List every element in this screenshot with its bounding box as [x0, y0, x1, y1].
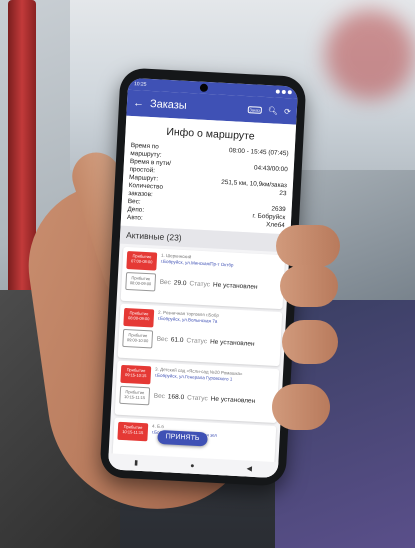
status-time: 10:25: [133, 81, 147, 88]
weight-value: 29.0: [173, 279, 187, 288]
arrival-time-badge: Прибытие 09:15-10:15: [120, 364, 152, 385]
status-value: Не установлен: [209, 338, 255, 348]
weight-label: Вес: [156, 335, 169, 344]
weight-label: Вес: [153, 392, 166, 401]
order-address: 3. Детский сад «Ясли-сад №20 Ромашка» г.…: [155, 367, 277, 385]
order-meta: Вес 29.0 Статус Не установлен: [159, 279, 257, 291]
arrival-time-badge: Прибытие 10:15-11:15: [117, 421, 149, 442]
phone: 10:25 ← Заказы Заказ 🔍︎ ⟳ Инфо о маршрут…: [99, 67, 307, 487]
route-title: Инфо о маршруте: [166, 125, 255, 143]
refresh-icon[interactable]: ⟳: [284, 107, 291, 116]
departure-time: 09:00-10:00: [126, 337, 149, 344]
battery-icon: [287, 90, 292, 95]
back-icon[interactable]: ◀: [246, 465, 252, 473]
finger: [280, 265, 338, 307]
search-icon[interactable]: 🔍︎: [268, 106, 279, 116]
weight-value: 168.0: [167, 393, 185, 402]
arrival-time: 09:15-10:15: [124, 372, 147, 379]
order-meta: Вес 168.0 Статус Не установлен: [154, 393, 256, 405]
background-blur: [325, 10, 415, 100]
weight-value: 61.0: [170, 336, 184, 345]
status-value: Не установлен: [210, 395, 256, 405]
finger: [282, 320, 338, 364]
order-card[interactable]: Прибытие 09:15-10:15 Прибытие 10:15-11:1…: [114, 360, 280, 424]
departure-time: 08:00-09:00: [129, 280, 152, 287]
status-label: Статус: [186, 337, 208, 346]
app-title: Заказы: [149, 97, 188, 112]
recent-apps-icon[interactable]: ▮: [134, 459, 138, 467]
status-label: Статус: [189, 280, 211, 289]
departure-time: 10:15-11:15: [123, 394, 146, 401]
wifi-icon: [281, 89, 286, 95]
status-label: Статус: [186, 394, 208, 403]
departure-time-badge: Прибытие 09:00-10:00: [122, 328, 154, 349]
phone-screen: 10:25 ← Заказы Заказ 🔍︎ ⟳ Инфо о маршрут…: [107, 77, 299, 479]
order-address: 1. Шеркинский г.Бобруйск, ул.Минская/Пр-…: [161, 253, 283, 271]
back-arrow-icon[interactable]: ←: [133, 97, 145, 110]
order-card[interactable]: Прибытие 08:00-09:00 Прибытие 09:00-10:0…: [117, 303, 283, 367]
order-card[interactable]: Прибытие 07:00-08:00 Прибытие 08:00-09:0…: [120, 246, 286, 310]
route-info-card: Инфо о маршруте Время по маршруту: 08:00…: [120, 115, 297, 235]
departure-time-badge: Прибытие 10:15-11:15: [119, 385, 151, 406]
arrival-time: 10:15-11:15: [122, 428, 144, 436]
status-value: Не установлен: [212, 281, 258, 291]
status-icons: [275, 89, 292, 95]
arrival-time-badge: Прибытие 08:00-09:00: [123, 307, 155, 328]
mini-badge[interactable]: Заказ: [247, 105, 263, 114]
signal-icon: [275, 89, 280, 94]
arrival-time-badge: Прибытие 07:00-08:00: [126, 251, 158, 271]
finger: [276, 225, 340, 267]
arrival-time: 08:00-09:00: [127, 315, 150, 322]
finger: [272, 384, 330, 430]
order-meta: Вес 61.0 Статус Не установлен: [157, 336, 255, 348]
home-icon[interactable]: ●: [190, 462, 195, 469]
order-address: 2. Розничная торговля г.Бобр г.Бобруйск,…: [158, 310, 280, 328]
accept-button[interactable]: ПРИНЯТЬ: [157, 429, 208, 447]
arrival-time: 07:00-08:00: [130, 258, 153, 265]
departure-time-badge: Прибытие 08:00-09:00: [125, 271, 157, 292]
weight-label: Вес: [159, 278, 172, 287]
